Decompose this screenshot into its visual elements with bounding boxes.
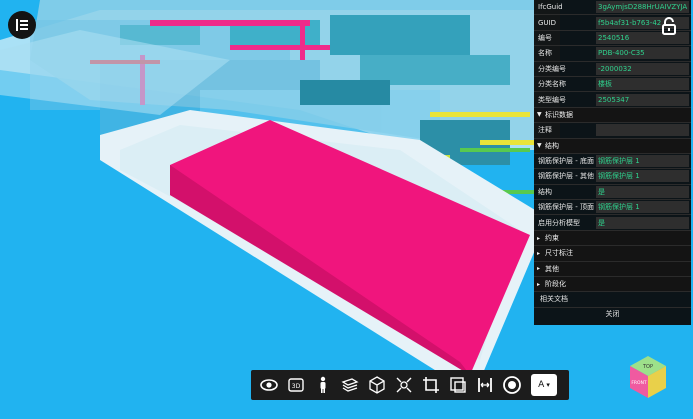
property-value[interactable]: 3gAymjsD288HrUAIVZYJA (596, 1, 689, 14)
walk-mode-button[interactable] (311, 373, 335, 397)
section-label: 阶段化 (545, 280, 566, 289)
style-select[interactable]: A ▾ (531, 374, 557, 396)
property-value[interactable]: 是 (596, 185, 689, 198)
view-cube-graphic: TOP FRONT (630, 356, 666, 398)
lock-icon (662, 17, 676, 35)
box-icon (369, 376, 385, 394)
property-row: 名称 PDB-400-C35 (534, 46, 691, 62)
section-other[interactable]: ▸ 其他 (534, 261, 691, 278)
measure-icon (478, 378, 492, 392)
crop-button[interactable] (419, 373, 443, 397)
crop-icon (423, 377, 439, 393)
property-value[interactable]: 2505347 (596, 93, 689, 106)
menu-icon (16, 19, 28, 31)
caret-right-icon: ▸ (537, 234, 541, 242)
select-value: A (538, 380, 545, 390)
related-documents[interactable]: 相关文档 (534, 292, 691, 308)
section-dimensions[interactable]: ▸ 尺寸标注 (534, 246, 691, 262)
property-value[interactable]: 楼板 (596, 78, 689, 91)
property-row: 钢筋保护层 - 底面 钢筋保护层 1 (534, 154, 691, 170)
property-row: 注释 (534, 123, 691, 139)
view-cube[interactable]: TOP FRONT (620, 352, 670, 402)
property-key: 启用分析模型 (538, 218, 580, 227)
property-row: IfcGuid 3gAymjsD288HrUAIVZYJA (534, 0, 691, 16)
property-row: 分类名称 楼板 (534, 77, 691, 93)
property-key: 结构 (538, 187, 552, 196)
section-label: 结构 (545, 141, 559, 150)
3d-view-icon: 3D (288, 378, 304, 392)
property-row: 启用分析模型 是 (534, 215, 691, 231)
property-value[interactable]: 钢筋保护层 1 (596, 170, 689, 183)
property-row: 钢筋保护层 - 其他 钢筋保护层 1 (534, 169, 691, 185)
section-constraints[interactable]: ▸ 约束 (534, 230, 691, 247)
property-key: 分类编号 (538, 64, 566, 73)
section-label: 标识数据 (545, 110, 573, 119)
section-phasing[interactable]: ▸ 阶段化 (534, 277, 691, 293)
section-label: 尺寸标注 (545, 249, 573, 258)
property-key: 编号 (538, 33, 552, 42)
chevron-down-icon: ▾ (546, 381, 550, 389)
property-row: 钢筋保护层 - 顶面 钢筋保护层 1 (534, 200, 691, 216)
3d-view-button[interactable]: 3D (284, 373, 308, 397)
property-key: GUID (538, 18, 557, 27)
main-menu-button[interactable] (8, 11, 36, 39)
property-value[interactable]: PDB-400-C35 (596, 47, 689, 60)
section-label: 约束 (545, 234, 559, 243)
layers-icon (341, 378, 359, 392)
svg-text:3D: 3D (292, 383, 301, 390)
layers-button[interactable] (338, 373, 362, 397)
property-row: 类型编号 2505347 (534, 92, 691, 108)
eye-icon (260, 379, 278, 391)
caret-right-icon: ▸ (537, 249, 541, 257)
property-value[interactable]: -2000032 (596, 62, 689, 75)
explode-button[interactable] (392, 373, 416, 397)
view-cube-front-label: FRONT (631, 380, 647, 386)
lock-button[interactable] (658, 15, 680, 37)
caret-down-icon: ▼ (537, 111, 542, 119)
person-icon (320, 376, 326, 393)
section-structure[interactable]: ▼ 结构 (534, 138, 691, 154)
caret-right-icon: ▸ (537, 265, 541, 273)
properties-panel: IfcGuid 3gAymjsD288HrUAIVZYJA GUID f5b4af31… (534, 0, 691, 325)
section-box-icon (450, 377, 466, 393)
view-cube-top-label: TOP (642, 364, 653, 370)
property-key: 名称 (538, 49, 552, 58)
property-key: 注释 (538, 126, 552, 135)
property-row: 分类编号 -2000032 (534, 62, 691, 77)
caret-down-icon: ▼ (537, 142, 542, 150)
caret-right-icon: ▸ (537, 280, 541, 288)
section-label: 其他 (545, 264, 559, 273)
section-identity[interactable]: ▼ 标识数据 (534, 107, 691, 124)
property-key: 钢筋保护层 - 底面 (538, 157, 594, 166)
focus-button[interactable] (500, 373, 524, 397)
model-box-button[interactable] (365, 373, 389, 397)
property-key: 钢筋保护层 - 顶面 (538, 203, 594, 212)
property-value[interactable]: 钢筋保护层 1 (596, 201, 689, 214)
property-key: 类型编号 (538, 95, 566, 104)
section-box-button[interactable] (446, 373, 470, 397)
property-key: 分类名称 (538, 80, 566, 89)
property-row: 结构 是 (534, 185, 691, 201)
measure-button[interactable] (473, 373, 497, 397)
property-key: IfcGuid (538, 3, 563, 12)
target-icon (503, 376, 521, 394)
close-button[interactable]: 关闭 (534, 308, 691, 321)
visibility-button[interactable] (257, 373, 281, 397)
property-value[interactable] (596, 124, 689, 137)
bottom-toolbar: 3D A ▾ (251, 370, 569, 400)
property-value[interactable]: 是 (596, 216, 689, 229)
property-key: 钢筋保护层 - 其他 (538, 172, 594, 181)
property-value[interactable]: 钢筋保护层 1 (596, 155, 689, 168)
explode-icon (396, 377, 412, 393)
